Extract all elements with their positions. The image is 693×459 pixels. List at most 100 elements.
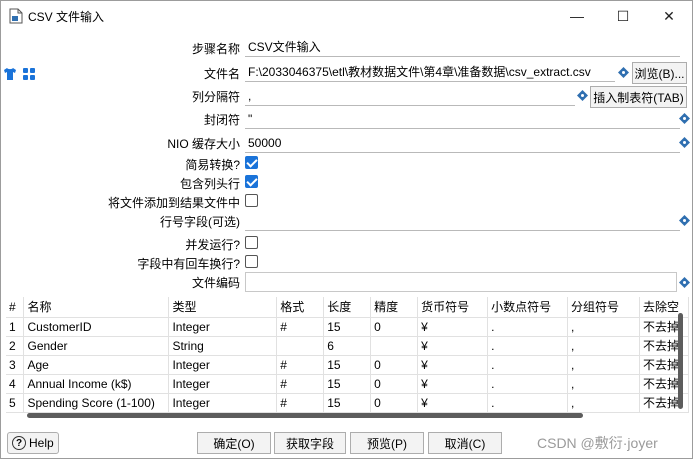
header-row-checkbox[interactable] [245, 175, 258, 188]
table-cell[interactable]: # [276, 393, 325, 413]
table-cell[interactable]: ¥ [417, 393, 489, 413]
column-header[interactable]: # [6, 297, 25, 318]
table-cell[interactable]: 3 [6, 355, 25, 375]
browse-button[interactable]: 浏览(B)... [632, 62, 687, 84]
table-row[interactable]: 4 Annual Income (k$) Integer # 15 0 ¥ . … [6, 374, 689, 394]
step-name-input[interactable] [245, 37, 680, 57]
table-cell[interactable]: 0 [370, 393, 419, 413]
ok-button[interactable]: 确定(O) [197, 432, 271, 454]
table-cell[interactable]: 0 [370, 355, 419, 375]
variable-diamond-icon[interactable] [679, 277, 690, 288]
enclosure-input[interactable] [245, 109, 680, 129]
table-cell[interactable]: Gender [23, 336, 170, 356]
filename-label: 文件名 [203, 67, 240, 81]
close-button[interactable]: ✕ [646, 1, 692, 31]
table-cell[interactable]: # [276, 374, 325, 394]
cancel-button[interactable]: 取消(C) [428, 432, 502, 454]
table-cell[interactable] [370, 336, 419, 356]
table-cell[interactable]: , [567, 374, 640, 394]
table-cell[interactable]: . [487, 374, 569, 394]
table-cell[interactable]: , [567, 317, 640, 337]
preview-button[interactable]: 预览(P) [350, 432, 424, 454]
table-cell[interactable]: 1 [6, 317, 25, 337]
filename-input[interactable] [245, 62, 615, 82]
table-cell[interactable]: 15 [323, 355, 372, 375]
column-header[interactable]: 长度 [323, 297, 372, 318]
table-row[interactable]: 2 Gender String 6 ¥ . , 不去掉 [6, 336, 689, 356]
table-cell[interactable]: # [276, 317, 325, 337]
table-cell[interactable]: CustomerID [23, 317, 170, 337]
table-cell[interactable]: , [567, 355, 640, 375]
table-cell[interactable]: 6 [323, 336, 372, 356]
table-cell[interactable]: , [567, 336, 640, 356]
table-cell[interactable]: Annual Income (k$) [23, 374, 170, 394]
nio-buffer-input[interactable] [245, 133, 680, 153]
step-name-label: 步骤名称 [191, 42, 240, 56]
table-cell[interactable]: Integer [168, 355, 278, 375]
table-cell[interactable]: . [487, 317, 569, 337]
variable-diamond-icon[interactable] [618, 67, 629, 78]
minimize-button[interactable]: — [554, 1, 600, 31]
column-header[interactable]: 货币符号 [417, 297, 489, 318]
table-cell[interactable]: 0 [370, 317, 419, 337]
table-cell[interactable]: ¥ [417, 336, 489, 356]
column-header[interactable]: 精度 [370, 297, 419, 318]
table-cell[interactable]: 0 [370, 374, 419, 394]
variable-diamond-icon[interactable] [679, 113, 690, 124]
newline-checkbox[interactable] [245, 255, 258, 268]
delimiter-input[interactable] [245, 86, 575, 106]
variable-diamond-icon[interactable] [679, 137, 690, 148]
column-header[interactable]: 类型 [168, 297, 278, 318]
table-cell[interactable]: # [276, 355, 325, 375]
encoding-label: 文件编码 [191, 276, 240, 290]
shirt-icon[interactable] [3, 67, 17, 81]
table-cell[interactable]: 2 [6, 336, 25, 356]
table-cell[interactable]: 15 [323, 393, 372, 413]
table-horizontal-scrollbar[interactable] [27, 413, 583, 418]
maximize-button[interactable]: ☐ [600, 1, 646, 31]
table-cell[interactable]: 15 [323, 374, 372, 394]
add-result-checkbox[interactable] [245, 194, 258, 207]
table-cell[interactable]: ¥ [417, 355, 489, 375]
table-cell[interactable]: . [487, 336, 569, 356]
table-header-row: # 名称 类型 格式 长度 精度 货币符号 小数点符号 分组符号 去除空 [6, 297, 689, 318]
encoding-select[interactable] [245, 272, 677, 292]
table-cell[interactable]: ¥ [417, 317, 489, 337]
lazy-conversion-checkbox[interactable] [245, 156, 258, 169]
table-cell[interactable]: Integer [168, 317, 278, 337]
table-cell[interactable]: Spending Score (1-100) [23, 393, 170, 413]
insert-tab-button[interactable]: 插入制表符(TAB) [590, 86, 687, 108]
table-cell[interactable]: String [168, 336, 278, 356]
table-cell[interactable]: Integer [168, 393, 278, 413]
table-cell[interactable]: Age [23, 355, 170, 375]
table-row[interactable]: 1 CustomerID Integer # 15 0 ¥ . , 不去掉 [6, 317, 689, 337]
parallel-checkbox[interactable] [245, 236, 258, 249]
table-cell[interactable]: . [487, 355, 569, 375]
column-header[interactable]: 小数点符号 [487, 297, 569, 318]
column-header[interactable]: 格式 [276, 297, 325, 318]
rownum-field-input[interactable] [245, 211, 680, 231]
table-row[interactable]: 3 Age Integer # 15 0 ¥ . , 不去掉 [6, 355, 689, 375]
column-header[interactable]: 名称 [23, 297, 170, 318]
variable-diamond-icon[interactable] [577, 90, 588, 101]
delimiter-label: 列分隔符 [191, 90, 240, 104]
table-cell[interactable] [276, 336, 325, 356]
table-cell[interactable]: 15 [323, 317, 372, 337]
table-cell[interactable]: 5 [6, 393, 25, 413]
table-cell[interactable]: ¥ [417, 374, 489, 394]
help-label: Help [29, 436, 54, 450]
table-cell[interactable]: Integer [168, 374, 278, 394]
rownum-field-label: 行号字段(可选) [160, 215, 240, 229]
get-fields-button[interactable]: 获取字段 [274, 432, 346, 454]
table-row[interactable]: 5 Spending Score (1-100) Integer # 15 0 … [6, 393, 689, 413]
table-cell[interactable]: 4 [6, 374, 25, 394]
table-cell[interactable]: , [567, 393, 640, 413]
column-header[interactable]: 分组符号 [567, 297, 640, 318]
variable-diamond-icon[interactable] [679, 215, 690, 226]
table-vertical-scrollbar[interactable] [678, 313, 683, 409]
csdn-watermark: CSDN @敷衍·joyer [537, 435, 658, 451]
grid-icon[interactable] [22, 67, 36, 81]
help-button[interactable]: ? Help [7, 432, 59, 454]
csv-input-dialog: CSV 文件输入 — ☐ ✕ 步骤名称 文件名 浏览(B)... 列分隔符 插入… [0, 0, 693, 459]
table-cell[interactable]: . [487, 393, 569, 413]
